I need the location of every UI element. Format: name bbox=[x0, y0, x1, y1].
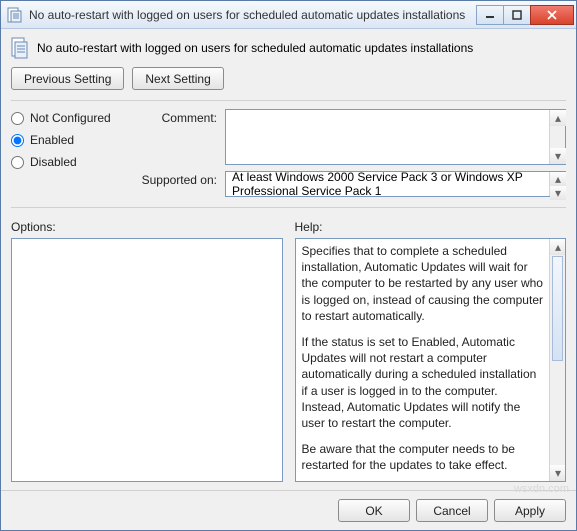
radio-not-configured-label: Not Configured bbox=[30, 111, 111, 125]
minimize-icon bbox=[485, 10, 495, 20]
comment-label: Comment: bbox=[137, 109, 217, 165]
help-p1: Specifies that to complete a scheduled i… bbox=[302, 243, 544, 324]
comment-row: Comment: ▴ ▾ bbox=[137, 109, 566, 165]
help-p3: Be aware that the computer needs to be r… bbox=[302, 441, 544, 473]
scroll-thumb[interactable] bbox=[552, 126, 563, 148]
supported-value: At least Windows 2000 Service Pack 3 or … bbox=[232, 170, 559, 198]
supported-scrollbar[interactable]: ▴ ▾ bbox=[549, 172, 565, 196]
options-label: Options: bbox=[11, 220, 283, 234]
help-p2: If the status is set to Enabled, Automat… bbox=[302, 334, 544, 431]
upper-section: Not Configured Enabled Disabled Comment:… bbox=[11, 109, 566, 197]
nav-buttons: Previous Setting Next Setting bbox=[11, 67, 566, 90]
supported-field: At least Windows 2000 Service Pack 3 or … bbox=[225, 171, 566, 197]
window-controls bbox=[477, 5, 574, 25]
supported-label: Supported on: bbox=[137, 171, 217, 197]
policy-icon bbox=[7, 7, 23, 23]
radio-disabled[interactable]: Disabled bbox=[11, 155, 121, 169]
radio-disabled-label: Disabled bbox=[30, 155, 77, 169]
radio-enabled-label: Enabled bbox=[30, 133, 74, 147]
radio-disabled-input[interactable] bbox=[11, 156, 24, 169]
help-box: Specifies that to complete a scheduled i… bbox=[295, 238, 567, 482]
options-pane: Options: bbox=[11, 220, 283, 482]
dialog-footer: OK Cancel Apply bbox=[1, 490, 576, 530]
radio-not-configured[interactable]: Not Configured bbox=[11, 111, 121, 125]
title-bar: No auto-restart with logged on users for… bbox=[1, 1, 576, 29]
scroll-up-icon[interactable]: ▴ bbox=[550, 110, 566, 126]
scroll-up-icon[interactable]: ▴ bbox=[550, 239, 566, 255]
dialog-body: No auto-restart with logged on users for… bbox=[1, 29, 576, 490]
radio-enabled-input[interactable] bbox=[11, 134, 24, 147]
state-radios: Not Configured Enabled Disabled bbox=[11, 109, 121, 197]
next-setting-button[interactable]: Next Setting bbox=[132, 67, 223, 90]
maximize-button[interactable] bbox=[503, 5, 531, 25]
help-text: Specifies that to complete a scheduled i… bbox=[302, 243, 544, 477]
help-scrollbar[interactable]: ▴ ▾ bbox=[549, 239, 565, 481]
help-pane: Help: Specifies that to complete a sched… bbox=[295, 220, 567, 482]
policy-header: No auto-restart with logged on users for… bbox=[11, 37, 566, 59]
radio-enabled[interactable]: Enabled bbox=[11, 133, 121, 147]
separator bbox=[11, 100, 566, 101]
scroll-thumb[interactable] bbox=[552, 256, 563, 361]
cancel-button[interactable]: Cancel bbox=[416, 499, 488, 522]
options-box bbox=[11, 238, 283, 482]
lower-section: Options: Help: Specifies that to complet… bbox=[11, 220, 566, 482]
policy-title: No auto-restart with logged on users for… bbox=[37, 41, 473, 55]
comment-scrollbar[interactable]: ▴ ▾ bbox=[549, 110, 565, 164]
close-button[interactable] bbox=[530, 5, 574, 25]
apply-button[interactable]: Apply bbox=[494, 499, 566, 522]
scroll-down-icon[interactable]: ▾ bbox=[550, 465, 566, 481]
help-label: Help: bbox=[295, 220, 567, 234]
scroll-track[interactable] bbox=[550, 362, 565, 465]
scroll-down-icon[interactable]: ▾ bbox=[550, 186, 566, 200]
window-title: No auto-restart with logged on users for… bbox=[29, 8, 477, 22]
minimize-button[interactable] bbox=[476, 5, 504, 25]
comment-field[interactable]: ▴ ▾ bbox=[225, 109, 566, 165]
right-column: Comment: ▴ ▾ Supported on: At least Wind… bbox=[137, 109, 566, 197]
scroll-up-icon[interactable]: ▴ bbox=[550, 172, 566, 186]
dialog-window: No auto-restart with logged on users for… bbox=[0, 0, 577, 531]
ok-button[interactable]: OK bbox=[338, 499, 410, 522]
separator bbox=[11, 207, 566, 208]
radio-not-configured-input[interactable] bbox=[11, 112, 24, 125]
scroll-down-icon[interactable]: ▾ bbox=[550, 148, 566, 164]
policy-header-icon bbox=[11, 37, 29, 59]
supported-row: Supported on: At least Windows 2000 Serv… bbox=[137, 171, 566, 197]
previous-setting-button[interactable]: Previous Setting bbox=[11, 67, 124, 90]
close-icon bbox=[547, 10, 557, 20]
maximize-icon bbox=[512, 10, 522, 20]
